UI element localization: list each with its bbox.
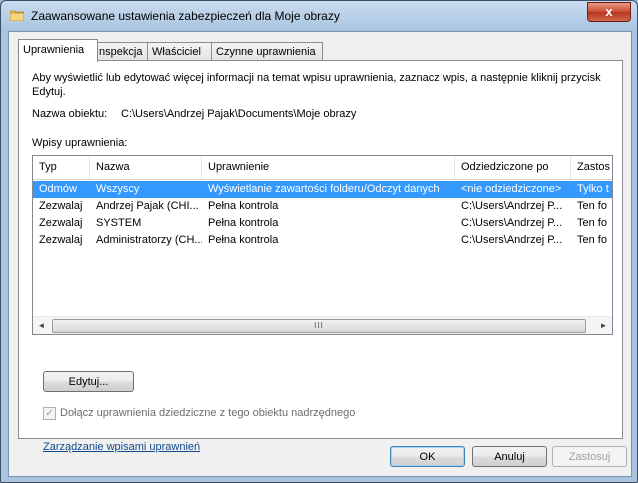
table-row[interactable]: Zezwalaj Administratorzy (CH... Pełna ko… [33,232,612,249]
folder-icon [10,10,24,21]
cell-applies-to: Ten fo [577,217,607,229]
cell-permission: Pełna kontrola [208,217,279,229]
table-row[interactable]: Zezwalaj Andrzej Pajak (CHI... Pełna kon… [33,198,612,215]
check-icon: ✓ [45,408,54,419]
tab-panel: Aby wyświetlić lub edytować więcej infor… [18,60,623,453]
tab-wlasciciel[interactable]: Właściciel [147,42,216,61]
edit-button[interactable]: Edytuj... [43,371,134,392]
object-name-value: C:\Users\Andrzej Pajak\Documents\Moje ob… [121,108,357,120]
cancel-button[interactable]: Anuluj [472,446,547,467]
cell-inherited-from: C:\Users\Andrzej P... [461,234,563,246]
scrollbar-thumb[interactable]: III [52,319,586,333]
apply-button: Zastosuj [552,446,627,467]
table-row[interactable]: Zezwalaj SYSTEM Pełna kontrola C:\Users\… [33,215,612,232]
tab-uprawnienia[interactable]: Uprawnienia [18,39,98,62]
title-bar[interactable]: Zaawansowane ustawienia zabezpieczeń dla… [1,1,637,31]
cell-applies-to: Ten fo [577,200,607,212]
cell-applies-to: Ten fo [577,234,607,246]
column-header-inherited-from[interactable]: Odziedziczone po [455,156,571,179]
close-button[interactable]: x [587,2,631,22]
cell-type: Zezwalaj [39,200,83,212]
inherit-checkbox: ✓ [43,407,56,420]
scroll-right-icon[interactable]: ► [595,317,612,334]
window-title: Zaawansowane ustawienia zabezpieczeń dla… [31,9,340,23]
scroll-left-icon[interactable]: ◄ [33,317,50,334]
cell-name: SYSTEM [96,217,142,229]
cell-name: Administratorzy (CH... [96,234,202,246]
object-name-label: Nazwa obiektu: [32,108,108,120]
cell-permission: Pełna kontrola [208,234,279,246]
inherit-checkbox-label: Dołącz uprawnienia dziedziczne z tego ob… [60,407,356,419]
cell-applies-to: Tylko t [577,183,609,195]
cell-name: Wszyscy [96,183,140,195]
column-header-permission[interactable]: Uprawnienie [202,156,455,179]
security-dialog-window: Zaawansowane ustawienia zabezpieczeń dla… [0,0,638,483]
horizontal-scrollbar[interactable]: ◄ III ► [33,316,612,334]
manage-permissions-link[interactable]: Zarządzanie wpisami uprawnień [43,441,200,453]
grip-icon: III [314,321,324,330]
cell-type: Zezwalaj [39,217,83,229]
entries-label: Wpisy uprawnienia: [32,137,128,149]
tab-inspekcja[interactable]: Inspekcja [91,42,152,61]
cell-permission: Pełna kontrola [208,200,279,212]
table-row[interactable]: Odmów Wszyscy Wyświetlanie zawartości fo… [33,181,612,198]
column-header-applies-to[interactable]: Zastos [571,156,612,179]
column-header-name[interactable]: Nazwa [90,156,202,179]
cell-inherited-from: <nie odziedziczone> [461,183,562,195]
tab-czynne-uprawnienia[interactable]: Czynne uprawnienia [211,42,323,61]
close-icon: x [605,4,613,19]
cell-type: Zezwalaj [39,234,83,246]
cell-type: Odmów [39,183,77,195]
cell-inherited-from: C:\Users\Andrzej P... [461,217,563,229]
cell-name: Andrzej Pajak (CHI... [96,200,199,212]
cell-inherited-from: C:\Users\Andrzej P... [461,200,563,212]
column-header-type[interactable]: Typ [33,156,90,179]
description-text: Aby wyświetlić lub edytować więcej infor… [32,72,601,98]
dialog-client-area: Uprawnienia Inspekcja Właściciel Czynne … [8,31,632,477]
cell-permission: Wyświetlanie zawartości folderu/Odczyt d… [208,183,440,195]
ok-button[interactable]: OK [390,446,465,467]
list-header: Typ Nazwa Uprawnienie Odziedziczone po Z… [33,156,612,180]
permissions-list[interactable]: Typ Nazwa Uprawnienie Odziedziczone po Z… [32,155,613,335]
